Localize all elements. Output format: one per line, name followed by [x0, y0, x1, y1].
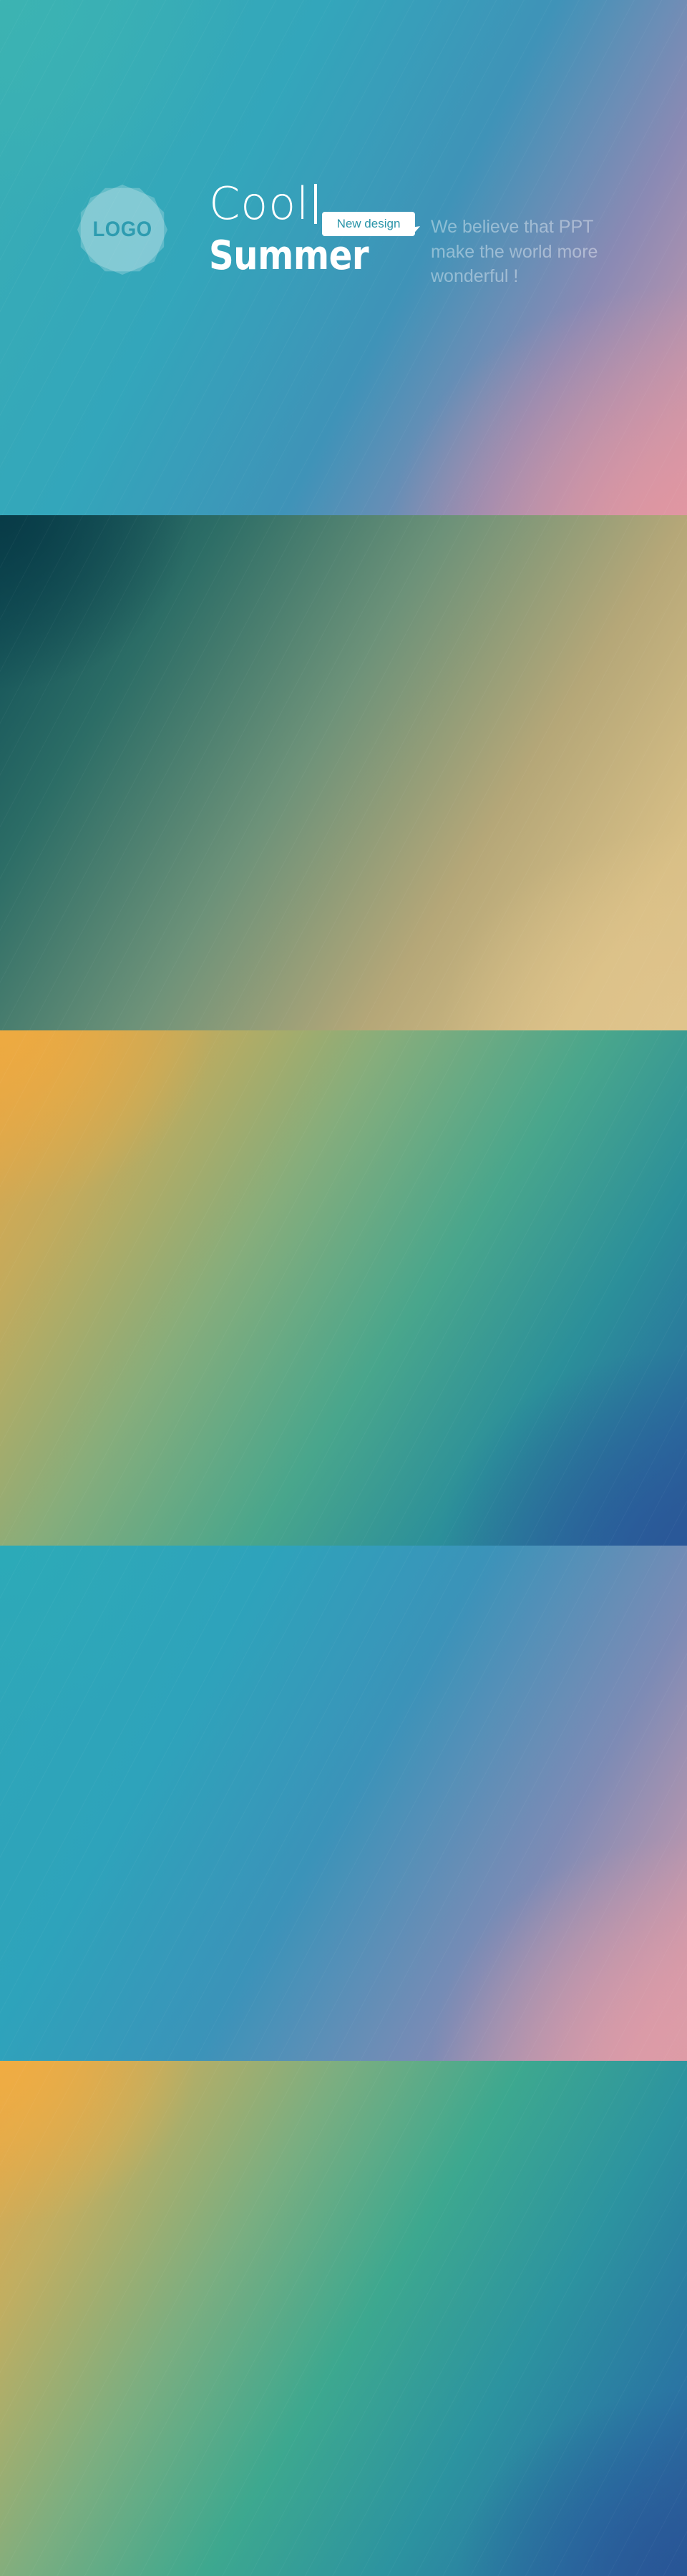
title-line-2: Summer	[209, 233, 369, 279]
title-line-1: Cool	[209, 177, 318, 230]
logo-text: LOGO	[92, 218, 152, 241]
slide5-background	[0, 2061, 687, 2576]
slide-spiral-arcs: Title Title This is a placeholder text. …	[0, 2061, 687, 2576]
logo-badge: LOGO	[77, 185, 167, 275]
bubble-tail	[410, 226, 422, 236]
slide3-background	[0, 1030, 687, 1546]
slide-hexagon-hud: Pot store New design This is a placehold…	[0, 1030, 687, 1546]
slide-concentric-rings: Title This is a placeholder text. All ph…	[0, 515, 687, 1030]
tagline: We believe that PPT make the world more …	[431, 217, 598, 286]
slide2-background	[0, 515, 687, 1030]
slide-deck: LOGO Cool Summer New design We believe t…	[0, 0, 687, 2576]
slide-title: LOGO Cool Summer New design We believe t…	[0, 0, 687, 515]
new-design-badge-label: New design	[336, 217, 401, 230]
new-design-badge[interactable]: New design	[322, 212, 422, 236]
slide-orbit-circle: Title ❯ The text is meant only to demons…	[0, 1546, 687, 2061]
slide4-background	[0, 1546, 687, 2061]
